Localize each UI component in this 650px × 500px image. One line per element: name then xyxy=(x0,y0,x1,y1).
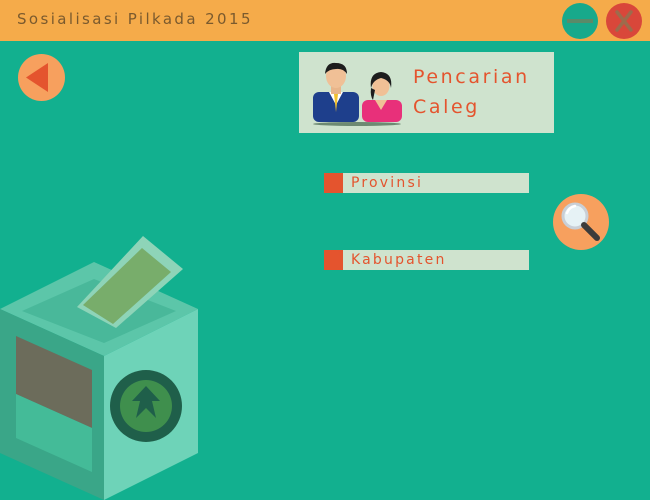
minimize-button[interactable] xyxy=(562,3,598,39)
search-candidate-header: Pencarian Caleg xyxy=(299,52,554,133)
regency-select[interactable]: Kabupaten xyxy=(324,250,529,270)
close-x-icon xyxy=(615,10,633,32)
header-title: Pencarian Caleg xyxy=(413,62,553,122)
app-title: Sosialisasi Pilkada 2015 xyxy=(17,10,253,28)
kpu-seal-icon xyxy=(110,370,182,442)
province-label: Provinsi xyxy=(351,175,424,191)
ballot-box-icon xyxy=(0,236,198,500)
back-button[interactable] xyxy=(18,54,65,101)
search-button[interactable] xyxy=(553,194,609,250)
header-title-line1: Pencarian xyxy=(413,66,530,88)
province-select[interactable]: Provinsi xyxy=(324,173,529,193)
regency-label: Kabupaten xyxy=(351,252,447,268)
back-arrow-icon xyxy=(26,63,48,92)
header-title-line2: Caleg xyxy=(413,96,480,118)
regency-marker xyxy=(324,250,343,270)
minimize-icon xyxy=(567,19,593,23)
close-button[interactable] xyxy=(606,3,642,39)
candidates-icon xyxy=(313,62,402,126)
title-bar: Sosialisasi Pilkada 2015 xyxy=(0,0,650,41)
search-magnifier-icon xyxy=(561,202,600,241)
province-marker xyxy=(324,173,343,193)
